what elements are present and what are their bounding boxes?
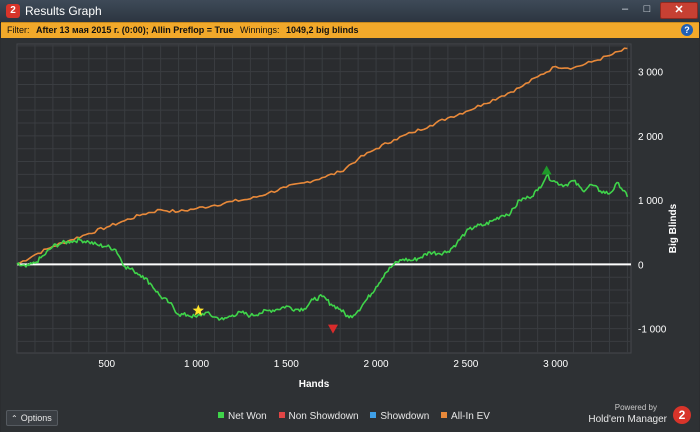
brand-logo: Powered by Hold'em Manager 2 <box>585 402 695 430</box>
x-tick-label: 2 500 <box>453 359 478 370</box>
x-tick-label: 2 000 <box>364 359 389 370</box>
legend-swatch <box>441 412 448 418</box>
brand-badge-icon: 2 <box>673 406 691 424</box>
options-label: Options <box>20 413 52 423</box>
legend-swatch <box>278 412 285 418</box>
brand-powered-by: Powered by <box>614 403 657 412</box>
y-tick-label: -1 000 <box>638 325 667 336</box>
brand-name: Hold'em Manager <box>588 414 667 425</box>
legend-item-net-won[interactable]: Net Won <box>218 410 267 424</box>
x-tick-label: 3 000 <box>543 359 568 370</box>
x-tick-label: 500 <box>98 359 115 370</box>
legend-item-all-in-ev[interactable]: All-In EV <box>441 410 490 424</box>
chart-legend: Net Won Non Showdown Showdown All-In EV <box>218 410 499 424</box>
y-tick-label: 3 000 <box>638 68 663 79</box>
legend-swatch <box>218 412 224 418</box>
x-axis: 500 1 000 1 500 2 000 2 500 3 000 <box>98 359 568 370</box>
legend-item-non-showdown[interactable]: Non Showdown <box>278 410 359 424</box>
legend-label: Non Showdown <box>288 411 359 422</box>
x-axis-label: Hands <box>299 379 330 390</box>
legend-label: Showdown <box>380 411 430 422</box>
y-tick-label: 0 <box>638 260 644 271</box>
x-tick-label: 1 000 <box>184 359 209 370</box>
options-button[interactable]: ⌃ Options <box>6 410 58 426</box>
plot-area <box>16 43 632 354</box>
legend-label: Net Won <box>228 411 267 422</box>
chevron-up-icon: ⌃ <box>11 414 18 423</box>
results-chart: 500 1 000 1 500 2 000 2 500 3 000 3 000 2 000 1… <box>16 43 679 390</box>
legend-label: All-In EV <box>451 411 490 422</box>
legend-swatch <box>370 412 377 418</box>
x-tick-label: 1 500 <box>274 359 299 370</box>
legend-item-showdown[interactable]: Showdown <box>370 410 429 424</box>
y-tick-label: 1 000 <box>638 196 663 207</box>
y-tick-label: 2 000 <box>638 132 663 143</box>
y-axis: 3 000 2 000 1 000 0 -1 000 <box>638 68 667 336</box>
y-axis-label: Big Blinds <box>668 203 679 253</box>
